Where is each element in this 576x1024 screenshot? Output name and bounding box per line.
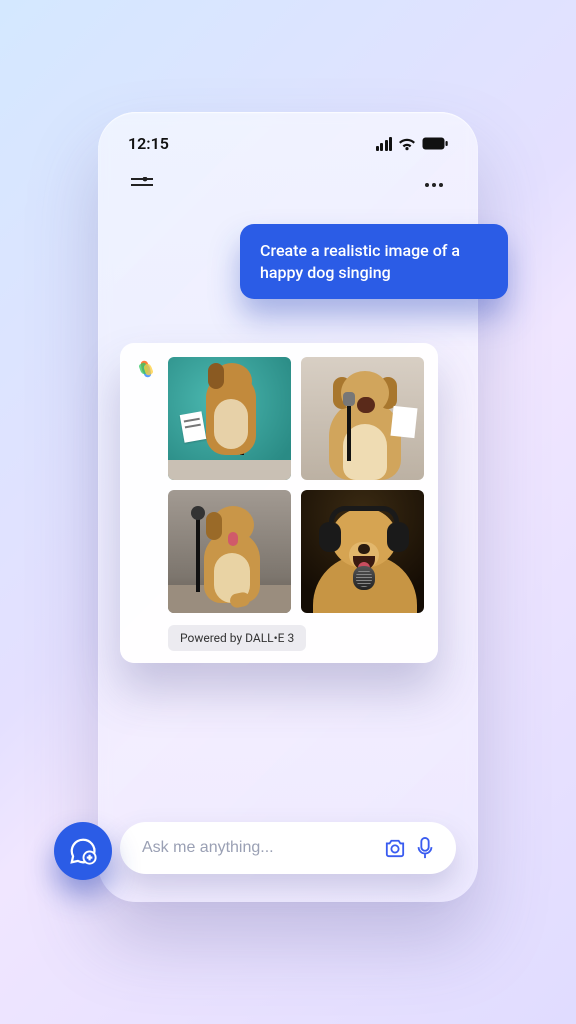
menu-button[interactable] xyxy=(128,171,156,199)
mic-button[interactable] xyxy=(410,833,440,863)
image-result-card: Powered by DALL•E 3 xyxy=(120,343,438,663)
dots-icon xyxy=(425,183,429,187)
input-area xyxy=(98,822,478,874)
chat-plus-icon xyxy=(68,836,98,866)
generated-image[interactable] xyxy=(301,357,424,480)
camera-button[interactable] xyxy=(380,833,410,863)
status-icons xyxy=(376,137,449,151)
generated-images-grid xyxy=(168,357,424,613)
generated-image[interactable] xyxy=(168,357,291,480)
signal-icon xyxy=(376,137,393,151)
app-header xyxy=(120,167,456,217)
generated-image[interactable] xyxy=(301,490,424,613)
battery-icon xyxy=(422,137,448,150)
camera-icon xyxy=(384,838,406,858)
status-bar: 12:15 xyxy=(120,132,456,167)
menu-icon xyxy=(131,177,153,193)
copilot-logo-icon xyxy=(134,357,158,381)
chat-input-bar xyxy=(120,822,456,874)
new-chat-button[interactable] xyxy=(54,822,112,880)
chat-input[interactable] xyxy=(142,839,380,857)
status-time: 12:15 xyxy=(128,134,169,153)
wifi-icon xyxy=(398,137,416,151)
phone-frame: 12:15 Create a realistic image of a happ… xyxy=(98,112,478,902)
powered-by-label: Powered by DALL•E 3 xyxy=(168,625,306,651)
more-button[interactable] xyxy=(420,171,448,199)
user-message-bubble[interactable]: Create a realistic image of a happy dog … xyxy=(240,224,508,299)
mic-icon xyxy=(416,837,434,859)
generated-image[interactable] xyxy=(168,490,291,613)
